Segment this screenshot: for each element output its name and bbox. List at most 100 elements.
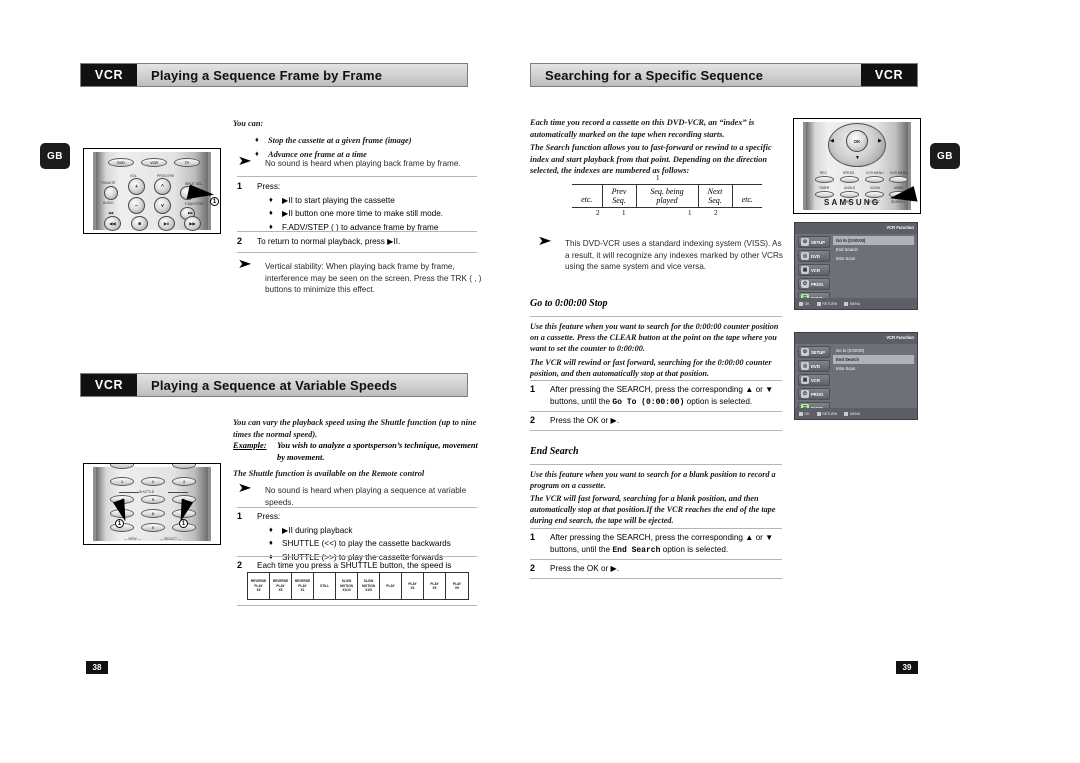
- speed-cell: STILL: [314, 573, 336, 599]
- end-search-step-2: 2 Press the OK or ▶.: [530, 563, 782, 575]
- remote-button-vol-down: −: [128, 197, 145, 214]
- osd-sidebar-item-setup[interactable]: ⚙ SETUP: [798, 236, 830, 248]
- speed-cell: SLOW MOTION X1/10: [336, 573, 358, 599]
- osd-option[interactable]: End Search: [833, 245, 914, 254]
- remote-button-zoom: [865, 191, 884, 198]
- osd-sidebar-item-vcr[interactable]: ▣ VCR: [798, 374, 830, 386]
- goto-body-2: The VCR will rewind or fast forward, sea…: [530, 358, 772, 379]
- goto-step-1: 1 After pressing the SEARCH, press the c…: [530, 384, 782, 408]
- samsung-wordmark: SAMSUNG: [824, 198, 881, 207]
- callout-number-right: 1: [179, 519, 188, 528]
- divider: [530, 411, 782, 412]
- shuttle-availability: The Shuttle function is available on the…: [233, 469, 425, 478]
- search-intro-2: The Search function allows you to fast-f…: [530, 143, 772, 176]
- vcr-icon: ▣: [801, 376, 809, 384]
- osd-sidebar-label: DVD: [811, 363, 820, 369]
- section-title: Searching for a Specific Sequence: [545, 67, 764, 83]
- index-marker: 2: [714, 209, 718, 217]
- divider: [530, 528, 782, 529]
- remote-label-shuttle: SHUTTLE: [139, 490, 155, 494]
- step-text: Press the OK or ▶.: [550, 564, 620, 573]
- divider: [530, 464, 782, 465]
- osd-footer: OK RETURN MENU: [795, 298, 917, 309]
- remote-control-illustration-bottom: 1 2 3 SHUTTLE 4 5 6 7 8 9 0 — VIEW — — S…: [83, 463, 221, 545]
- osd-option-code: End Search: [612, 545, 661, 555]
- shuttle-speed-table: REVERSE PLAY X9 REVERSE PLAY X5 REVERSE PLAY X1 S…: [247, 572, 469, 600]
- remote-button-tv: TV: [174, 158, 200, 167]
- step-text-b: option is selected.: [660, 544, 729, 554]
- speed-cell-line: X3: [410, 586, 415, 590]
- osd-sidebar-item-setup[interactable]: ⚙ SETUP: [798, 346, 830, 358]
- note-text: This DVD-VCR uses a standard indexing sy…: [565, 239, 783, 272]
- osd-sidebar-item-prog[interactable]: ⏱ PROG: [798, 278, 830, 290]
- remote-key-8: 8: [141, 509, 165, 518]
- remote-key-0: 0: [141, 523, 165, 532]
- remote-key-5: 5: [141, 495, 165, 504]
- note-text: No sound is heard when playing a sequenc…: [265, 486, 467, 507]
- osd-sidebar-item-vcr[interactable]: ▣ VCR: [798, 264, 830, 276]
- remote-button-vcr-menu: [865, 176, 884, 183]
- note-arrow-icon: ➤: [537, 234, 552, 249]
- note-no-sound-frame: ➤ No sound is heard when playing back fr…: [237, 155, 480, 170]
- osd-option[interactable]: Intro Scan: [833, 254, 914, 263]
- remote-label-zoom: ZOOM: [870, 186, 880, 190]
- end-search-step-1: 1 After pressing the SEARCH, press the c…: [530, 532, 782, 556]
- prog-icon: ⏱: [801, 390, 809, 398]
- osd-footer-key-label: OK: [804, 411, 810, 416]
- speed-cell-line: X9: [455, 586, 459, 590]
- speed-cell: PLAY X5: [424, 573, 446, 599]
- osd-option[interactable]: Go to (0:00:00): [833, 236, 914, 245]
- nav-down-icon: ▼: [855, 155, 860, 161]
- step-bullets: ▶II during playback SHUTTLE (<<) to play…: [269, 524, 477, 564]
- note-arrow-icon: ➤: [237, 481, 252, 496]
- speed-cell: REVERSE PLAY X5: [270, 573, 292, 599]
- remote-label-rew: ◀◀: [108, 211, 114, 215]
- remote-key-3: 3: [172, 477, 196, 486]
- osd-title: VCR Function: [886, 335, 914, 340]
- remote-button-prog-up: ^: [154, 178, 171, 195]
- divider: [530, 316, 782, 317]
- remote-button-rec: [815, 176, 834, 183]
- speed-cell: PLAY X3: [402, 573, 424, 599]
- speed-cell-line: PLAY: [386, 583, 395, 588]
- note-arrow-icon: ➤: [237, 257, 252, 272]
- osd-option-code: Go To (0:00:00): [612, 397, 685, 407]
- speed-cell: REVERSE PLAY X9: [248, 573, 270, 599]
- list-item: SHUTTLE (<<) to play the cassette backwa…: [269, 537, 477, 550]
- osd-option[interactable]: End Search: [833, 355, 914, 364]
- setup-icon: ⚙: [801, 348, 809, 356]
- remote-button-rew: ◀◀: [104, 216, 121, 231]
- vcr-tag: VCR: [861, 64, 917, 86]
- osd-sidebar-item-prog[interactable]: ⏱ PROG: [798, 388, 830, 400]
- index-cell-etc: etc.: [731, 184, 762, 208]
- index-cell-prev: Prev Seq.: [601, 184, 637, 208]
- osd-footer-key-icon: [844, 301, 849, 306]
- osd-option-list: Go to (0:00:00) End Search Intro Scan: [833, 346, 914, 373]
- speed-cell: PLAY: [380, 573, 402, 599]
- shuttle-line-right: [168, 492, 188, 493]
- osd-sidebar-item-dvd[interactable]: ◎ DVD: [798, 250, 830, 262]
- dvd-icon: ◎: [801, 362, 809, 370]
- section-title: Playing a Sequence Frame by Frame: [151, 67, 383, 83]
- step-text: Press:: [257, 512, 281, 521]
- osd-sidebar-item-dvd[interactable]: ◎ DVD: [798, 360, 830, 372]
- search-intro-1: Each time you record a cassette on this …: [530, 118, 755, 139]
- osd-footer-key-return: RETURN: [816, 411, 837, 416]
- you-can-label: You can:: [233, 119, 264, 128]
- osd-footer-key-ok: OK: [799, 301, 810, 306]
- step-text-b: option is selected.: [684, 396, 753, 406]
- osd-footer-key-ok: OK: [799, 411, 810, 416]
- goto-step-2: 2 Press the OK or ▶.: [530, 415, 782, 427]
- remote-footer-view: — VIEW —: [124, 537, 141, 541]
- gb-badge-right: GB: [930, 143, 960, 169]
- osd-option[interactable]: Go to (0:00:00): [833, 346, 914, 355]
- step-2-frame: 2 To return to normal playback, press ▶I…: [237, 236, 477, 248]
- note-no-sound-variable: ➤ No sound is heard when playing a seque…: [237, 481, 482, 508]
- osd-option[interactable]: Intro Scan: [833, 364, 914, 373]
- step-number: 1: [237, 511, 243, 521]
- osd-footer-key-icon: [816, 411, 821, 416]
- divider: [237, 252, 477, 253]
- divider: [530, 559, 782, 560]
- prog-icon: ⏱: [801, 280, 809, 288]
- remote-button-tvmute: [104, 186, 118, 200]
